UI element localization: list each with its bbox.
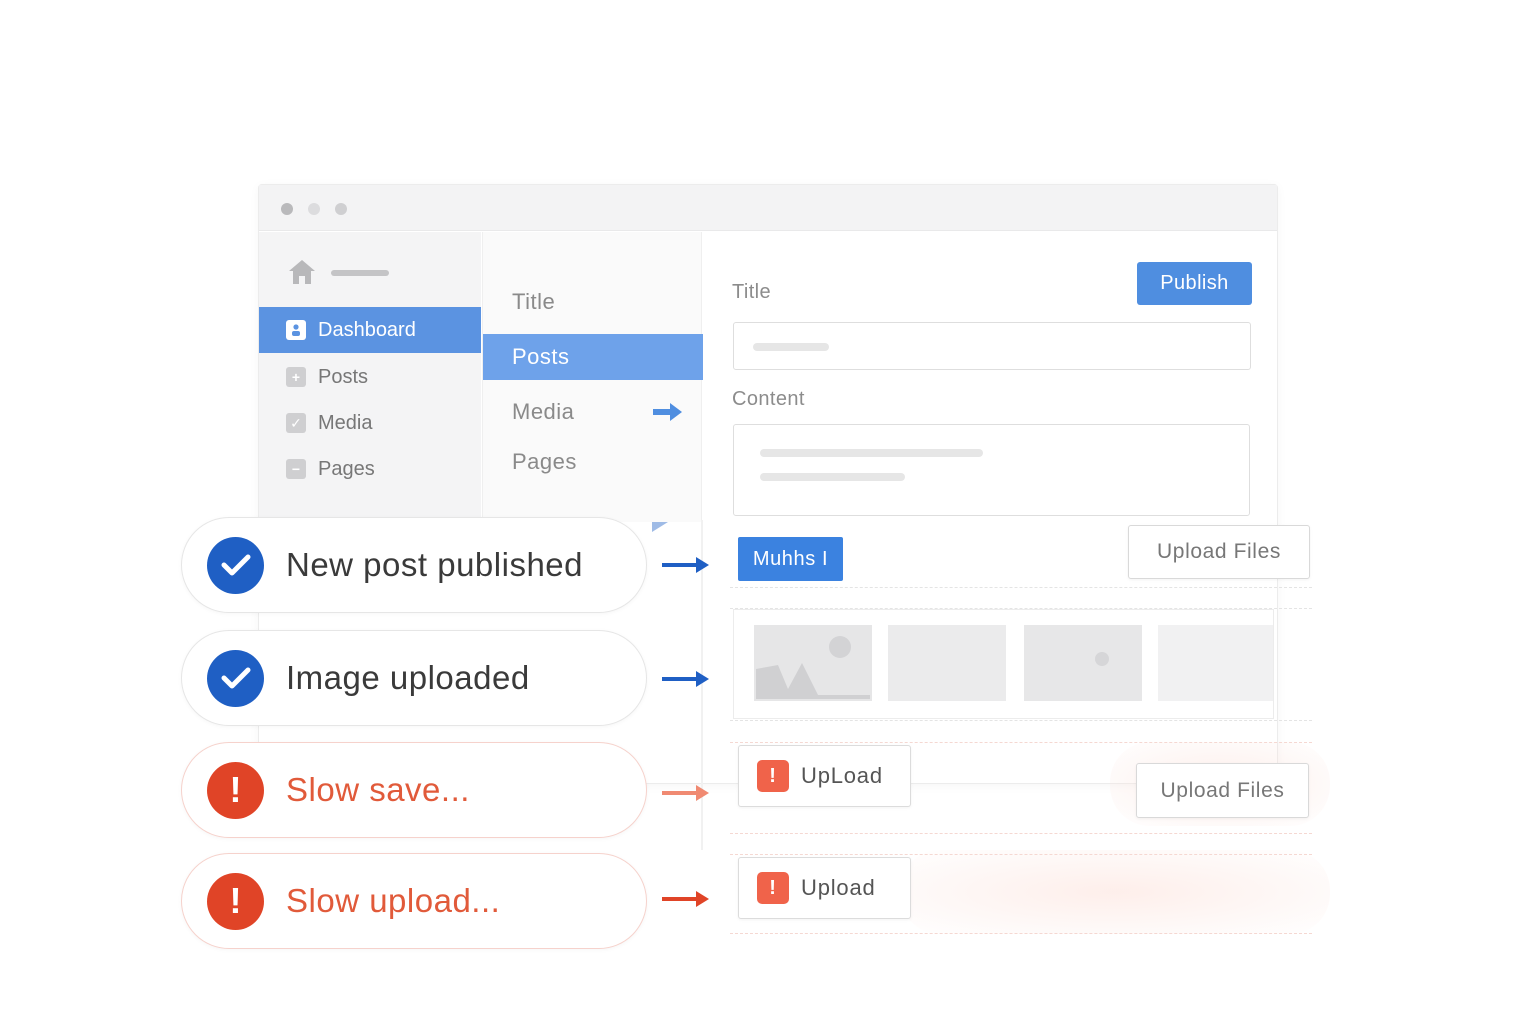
arrow-right-icon (662, 557, 709, 573)
notification-toast: ! Slow save... (181, 742, 647, 838)
home-icon (289, 260, 315, 284)
dashed-divider (730, 933, 1312, 934)
sidebar-item-label: Pages (318, 457, 375, 480)
upload-warning-icon: ! (757, 760, 789, 792)
plus-icon: + (286, 367, 306, 387)
dashed-divider (730, 587, 1312, 588)
checkmark-icon (207, 649, 264, 707)
notification-toast: New post published (181, 517, 647, 613)
notification-toast: Image uploaded (181, 630, 647, 726)
category-chip[interactable]: Muhhs I (738, 537, 843, 581)
upload-files-button[interactable]: Upload Files (1128, 525, 1310, 579)
window-titlebar (259, 185, 1277, 231)
image-thumbnail[interactable] (754, 625, 872, 701)
sidebar: Dashboard + Posts ✓ Media − Pages (259, 232, 481, 522)
sidebar-item-posts[interactable]: + Posts (259, 354, 481, 400)
content-label: Content (732, 388, 805, 410)
secondary-nav-pages[interactable]: Pages (483, 439, 703, 485)
image-thumbnail[interactable] (1024, 625, 1142, 701)
sidebar-item-label: Media (318, 411, 373, 434)
image-thumbnail[interactable] (1158, 625, 1273, 701)
window-close-dot[interactable] (281, 203, 293, 215)
dashed-divider (730, 742, 1312, 743)
notification-message: Slow save... (286, 771, 470, 808)
exclamation-icon: ! (207, 761, 264, 819)
exclamation-icon: ! (207, 872, 264, 930)
sidebar-item-label: Posts (318, 365, 369, 388)
sidebar-item-pages[interactable]: − Pages (259, 446, 481, 492)
publish-button[interactable]: Publish (1137, 262, 1252, 305)
dashed-divider (730, 833, 1312, 834)
upload-files-button[interactable]: Upload Files (1136, 763, 1309, 818)
check-icon: ✓ (286, 413, 306, 433)
arrow-right-icon (662, 891, 709, 907)
dashed-divider (730, 854, 1312, 855)
checkmark-icon (207, 536, 264, 594)
dashed-divider (730, 720, 1312, 721)
title-label: Title (732, 281, 772, 303)
upload-button[interactable]: ! Upload (738, 857, 911, 919)
title-input-placeholder (753, 343, 829, 351)
title-input[interactable] (733, 322, 1251, 370)
brand-name-placeholder (331, 270, 389, 276)
secondary-nav-label: Media (512, 399, 575, 424)
media-gallery (733, 609, 1274, 719)
fold-corner-icon (652, 522, 668, 532)
notification-message: New post published (286, 546, 584, 583)
brand[interactable] (287, 258, 427, 288)
sidebar-item-label: Dashboard (318, 318, 416, 341)
upload-warning-icon: ! (757, 872, 789, 904)
image-thumbnail[interactable] (888, 625, 1006, 701)
upload-button[interactable]: ! UpLoad (738, 745, 911, 807)
secondary-nav-title[interactable]: Title (483, 279, 703, 325)
secondary-nav-media[interactable]: Media (483, 389, 703, 435)
upload-button-label: UpLoad (801, 763, 883, 788)
secondary-nav: Title Posts Media Pages (482, 232, 703, 522)
warning-glow (900, 850, 1330, 934)
image-placeholder-icon (756, 636, 870, 699)
notification-toast: ! Slow upload... (181, 853, 647, 949)
arrow-right-icon (662, 671, 709, 687)
upload-button-label: Upload (801, 875, 876, 900)
sidebar-item-dashboard[interactable]: Dashboard (259, 307, 481, 353)
notification-message: Slow upload... (286, 882, 501, 919)
secondary-nav-label: Posts (512, 344, 570, 369)
secondary-nav-posts[interactable]: Posts (483, 334, 703, 380)
secondary-nav-label: Pages (512, 449, 577, 474)
user-icon (286, 320, 306, 340)
image-placeholder-icon (1095, 652, 1109, 666)
content-textarea[interactable] (733, 424, 1250, 516)
content-line-placeholder (760, 473, 905, 481)
arrow-right-icon (662, 785, 709, 801)
secondary-nav-label: Title (512, 289, 556, 314)
sidebar-item-media[interactable]: ✓ Media (259, 400, 481, 446)
window-minimize-dot[interactable] (308, 203, 320, 215)
arrow-right-icon (653, 403, 682, 421)
content-line-placeholder (760, 449, 983, 457)
notification-message: Image uploaded (286, 659, 530, 696)
window-maximize-dot[interactable] (335, 203, 347, 215)
minus-icon: − (286, 459, 306, 479)
